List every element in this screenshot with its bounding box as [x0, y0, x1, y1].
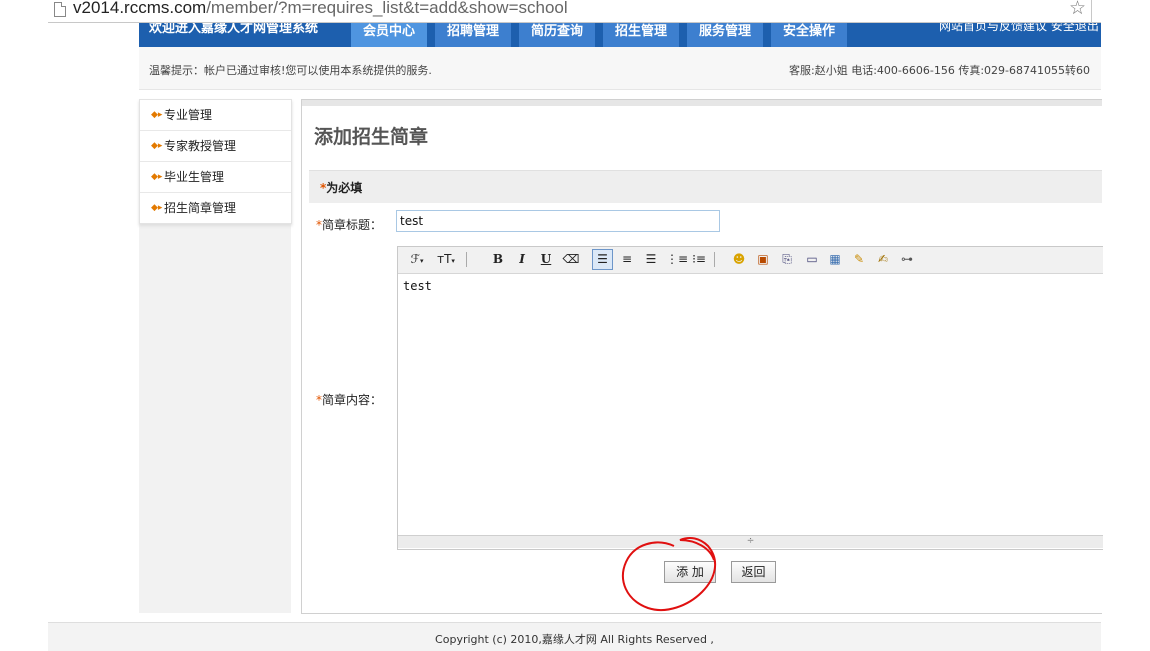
sidebar-item-label: 招生简章管理 [164, 201, 237, 215]
tab-security[interactable]: 安全操作 [771, 23, 847, 47]
toolbar-separator [466, 252, 467, 267]
align-left-icon[interactable]: ☰ [592, 249, 613, 270]
toolbar-separator [714, 252, 715, 267]
url-host: v2014.rccms.com [73, 0, 207, 17]
title-input[interactable] [396, 210, 720, 232]
bold-icon[interactable]: B [490, 250, 506, 269]
copyright-text: Copyright (c) 2010,嘉缘人才网 All Rights Rese… [435, 633, 714, 646]
required-note-text: 为必填 [326, 181, 363, 195]
welcome-text: 欢迎进入嘉缘人才网管理系统 [149, 23, 319, 36]
tab-services[interactable]: 服务管理 [687, 23, 763, 47]
editor-resize-handle[interactable]: ÷ [398, 535, 1103, 548]
font-family-icon[interactable]: ℱ▾ [406, 250, 428, 269]
star-icon[interactable]: ☆ [1069, 0, 1086, 19]
font-size-icon[interactable]: ᴛT▾ [434, 250, 458, 269]
sidebar-item-label: 专家教授管理 [164, 139, 237, 153]
address-bar-divider [1091, 0, 1092, 22]
ordered-list-icon[interactable]: ⋮≡ [666, 250, 688, 269]
tab-member-center[interactable]: 会员中心 [351, 23, 427, 47]
footer: Copyright (c) 2010,嘉缘人才网 All Rights Rese… [48, 622, 1101, 651]
media-icon[interactable]: ▭ [802, 250, 822, 269]
required-note-bar: *为必填 [309, 170, 1102, 203]
arrow-icon: ◆▸ [151, 141, 163, 151]
content-label-text: 简章内容： [322, 393, 383, 407]
emoticon-icon[interactable]: ☻ [730, 250, 748, 269]
tab-resume-search[interactable]: 简历查询 [519, 23, 595, 47]
sidebar-item-enrollment-brochures[interactable]: ◆▸ 招生简章管理 [140, 193, 291, 223]
annotation-circle [622, 537, 717, 611]
editor-toolbar: ℱ▾ ᴛT▾ B I U ⌫ ☰ ≡ ☰ ⋮≡ ⁝≡ ☻ ▣ ⎘ ▭ ▦ ✎ ✍… [398, 247, 1103, 274]
arrow-icon: ◆▸ [151, 110, 163, 120]
flash-icon[interactable]: ⎘ [778, 250, 796, 269]
top-right-links[interactable]: 网站首页与反馈建议 安全退出 [939, 23, 1099, 34]
sidebar-item-majors[interactable]: ◆▸ 专业管理 [140, 100, 291, 131]
underline-icon[interactable]: U [538, 250, 554, 269]
sidebar: ◆▸ 专业管理 ◆▸ 专家教授管理 ◆▸ 毕业生管理 ◆▸ 招生简章管理 [139, 99, 292, 613]
arrow-icon: ◆▸ [151, 203, 163, 213]
back-button[interactable]: 返回 [731, 561, 776, 583]
clear-format-icon[interactable]: ✎ [850, 250, 868, 269]
tab-enrollment[interactable]: 招生管理 [603, 23, 679, 47]
align-center-icon[interactable]: ≡ [618, 250, 636, 269]
required-note: *为必填 [320, 179, 362, 196]
sidebar-item-label: 毕业生管理 [164, 170, 225, 184]
source-icon[interactable]: ✍ [874, 250, 892, 269]
sidebar-item-professors[interactable]: ◆▸ 专家教授管理 [140, 131, 291, 162]
sidebar-item-graduates[interactable]: ◆▸ 毕业生管理 [140, 162, 291, 193]
eraser-icon[interactable]: ⌫ [562, 250, 580, 269]
unordered-list-icon[interactable]: ⁝≡ [690, 250, 708, 269]
arrow-icon: ◆▸ [151, 172, 163, 182]
sidebar-menu: ◆▸ 专业管理 ◆▸ 专家教授管理 ◆▸ 毕业生管理 ◆▸ 招生简章管理 [139, 99, 292, 224]
address-bar: v2014.rccms.com/member/?m=requires_list&… [0, 0, 1150, 23]
top-nav: 欢迎进入嘉缘人才网管理系统 会员中心 招聘管理 简历查询 招生管理 服务管理 安… [139, 23, 1101, 47]
title-label-text: 简章标题： [322, 218, 383, 232]
page-title: 添加招生简章 [314, 126, 429, 148]
main-panel: 添加招生简章 *为必填 *简章标题： *简章内容： ℱ▾ ᴛT▾ B I U ⌫… [301, 99, 1103, 614]
contact-text: 客服:赵小姐 电话:400-6606-156 传真:029-68741055转6… [789, 64, 1090, 77]
tip-bar: 温馨提示：帐户已通过审核!您可以使用本系统提供的服务. 客服:赵小姐 电话:40… [139, 47, 1101, 90]
link-icon[interactable]: ⊶ [898, 250, 916, 269]
tab-recruitment[interactable]: 招聘管理 [435, 23, 511, 47]
url-field[interactable]: v2014.rccms.com/member/?m=requires_list&… [73, 0, 568, 18]
sidebar-item-label: 专业管理 [164, 108, 213, 122]
image-icon[interactable]: ▣ [754, 250, 772, 269]
rich-text-editor: ℱ▾ ᴛT▾ B I U ⌫ ☰ ≡ ☰ ⋮≡ ⁝≡ ☻ ▣ ⎘ ▭ ▦ ✎ ✍… [397, 246, 1103, 550]
italic-icon[interactable]: I [514, 250, 530, 269]
panel-top-strip [302, 100, 1102, 106]
align-right-icon[interactable]: ☰ [642, 250, 660, 269]
editor-content[interactable]: test [403, 279, 432, 293]
title-label: *简章标题： [316, 216, 382, 233]
tip-text: 温馨提示：帐户已通过审核!您可以使用本系统提供的服务. [149, 64, 432, 77]
table-icon[interactable]: ▦ [826, 250, 844, 269]
page-icon [54, 2, 66, 17]
url-path: /member/?m=requires_list&t=add&show=scho… [206, 0, 568, 17]
content-label: *简章内容： [316, 391, 382, 408]
